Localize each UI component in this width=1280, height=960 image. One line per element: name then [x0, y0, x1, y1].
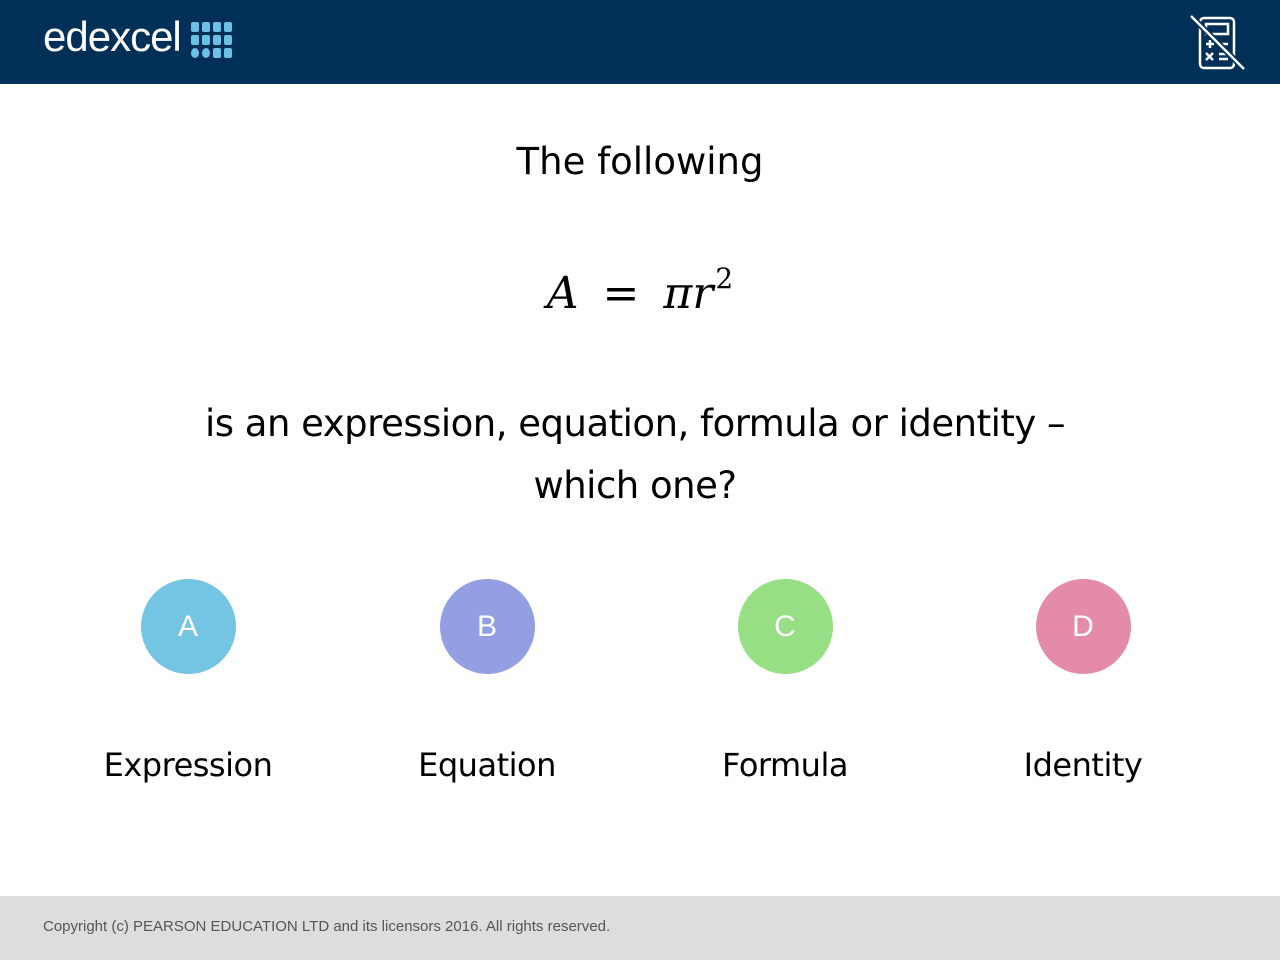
logo-grid-icon [190, 22, 232, 58]
option-d-label: Identity [1023, 746, 1143, 784]
header-bar: edexcel [0, 0, 1280, 84]
copyright-text: Copyright (c) PEARSON EDUCATION LTD and … [43, 918, 611, 935]
option-b-button[interactable]: B [439, 579, 535, 674]
option-b[interactable]: B Equation [337, 579, 637, 784]
option-a[interactable]: A Expression [38, 579, 338, 784]
no-calculator-icon [1188, 13, 1247, 72]
edexcel-logo: edexcel [43, 14, 232, 64]
formula-pi: π [663, 268, 693, 319]
formula-radius: r [692, 268, 714, 319]
option-d[interactable]: D Identity [933, 579, 1233, 784]
slide-intro: The following [516, 140, 764, 183]
option-a-label: Expression [103, 746, 273, 784]
formula-area: A [546, 268, 579, 319]
option-b-label: Equation [418, 746, 556, 784]
formula-exponent: 2 [715, 262, 734, 295]
formula-equals: = [602, 268, 640, 319]
option-c-button[interactable]: C [737, 579, 833, 674]
logo-text: edexcel [43, 13, 182, 60]
option-a-button[interactable]: A [140, 579, 236, 674]
formula: A = πr2 [0, 262, 1280, 319]
option-d-button[interactable]: D [1035, 579, 1131, 674]
option-c[interactable]: C Formula [635, 579, 935, 784]
option-c-label: Formula [722, 746, 848, 784]
question-text: is an expression, equation, formula or i… [204, 402, 1066, 507]
footer-bar: Copyright (c) PEARSON EDUCATION LTD and … [0, 896, 1280, 960]
